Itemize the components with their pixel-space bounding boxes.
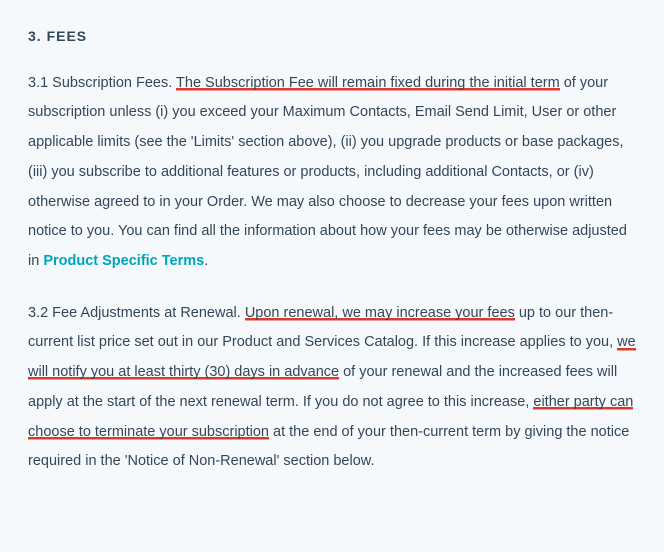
clause-3-1-lead: 3.1 Subscription Fees. (28, 75, 176, 91)
clause-3-1-period: . (204, 253, 208, 269)
clause-3-1: 3.1 Subscription Fees. The Subscription … (28, 69, 636, 277)
highlight-fixed-fee: The Subscription Fee will remain fixed d… (176, 75, 560, 92)
highlight-increase-fees: Upon renewal, we may increase your fees (245, 305, 515, 322)
product-specific-terms-link[interactable]: Product Specific Terms (43, 253, 204, 269)
section-heading: 3. FEES (28, 22, 636, 51)
clause-3-2: 3.2 Fee Adjustments at Renewal. Upon ren… (28, 299, 636, 477)
clause-3-1-body: of your subscription unless (i) you exce… (28, 75, 627, 269)
clause-3-2-lead: 3.2 Fee Adjustments at Renewal. (28, 305, 245, 321)
